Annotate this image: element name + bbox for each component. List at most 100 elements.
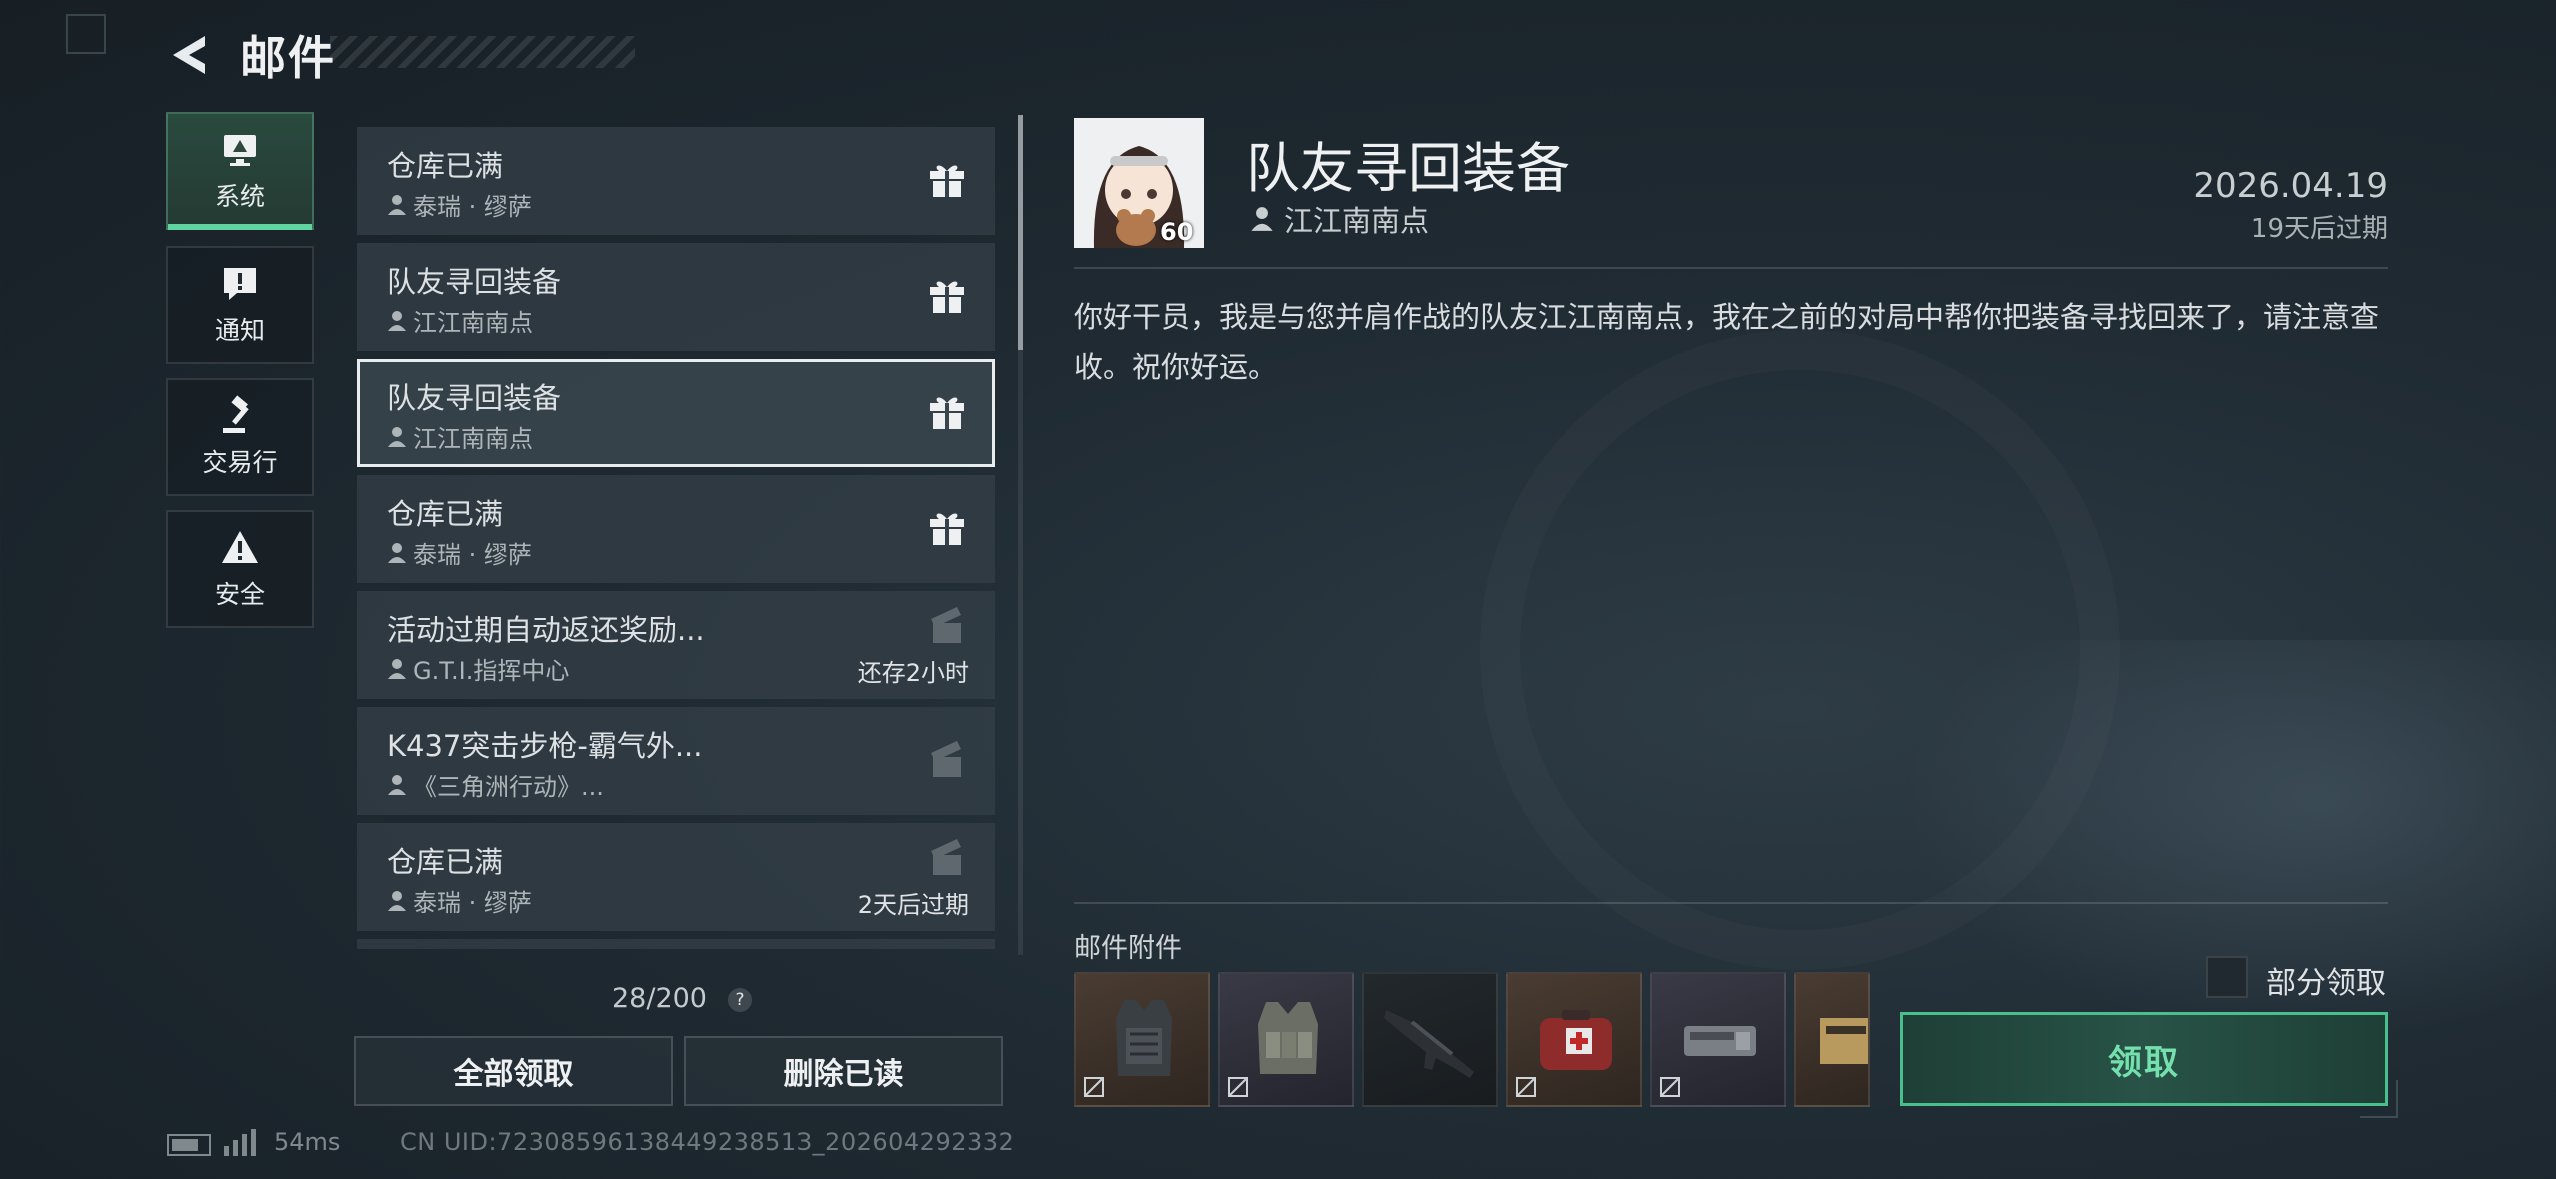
mail-list-item[interactable]: 队友寻回装备 江江南南点: [357, 243, 995, 351]
gift-icon: [930, 513, 964, 545]
person-icon: [1251, 207, 1273, 231]
ping-readout: 54ms: [274, 1128, 341, 1156]
mail-sender: 江江南南点: [387, 303, 533, 338]
ammo-box-icon: [1820, 1018, 1868, 1064]
divider: [1074, 902, 2388, 904]
claim-all-button[interactable]: 全部领取: [354, 1036, 673, 1106]
category-label: 系统: [214, 182, 265, 211]
gift-icon: [930, 165, 964, 197]
list-scrollbar-thumb[interactable]: [1018, 115, 1023, 350]
mail-sender: 《三角洲行动》...: [387, 767, 604, 802]
mail-detail-date: 2026.04.19: [2193, 166, 2388, 206]
mail-count: 28/200: [612, 983, 707, 1014]
mail-detail-expiry: 19天后过期: [2250, 214, 2388, 244]
mail-sender-name: 泰瑞 · 缪萨: [413, 541, 532, 569]
mail-sender-name: 江江南南点: [413, 309, 533, 337]
mail-expiry: 还存2小时: [857, 659, 969, 687]
mail-title: 仓库已满: [387, 845, 504, 879]
medkit-icon: [1540, 1010, 1612, 1070]
armor-vest-icon: [1116, 1000, 1172, 1076]
mail-sender: 泰瑞 · 缪萨: [387, 535, 532, 570]
divider: [1074, 267, 2388, 269]
mail-list-item[interactable]: 仓库已满 泰瑞 · 缪萨: [357, 127, 995, 235]
corner-mark: [66, 14, 106, 54]
mail-title: 仓库已满: [387, 149, 504, 183]
avatar-level: 60: [1160, 218, 1194, 246]
attachment-slot[interactable]: [1362, 972, 1498, 1107]
mail-detail-sender-name: 江江南南点: [1284, 204, 1430, 238]
mail-list-item-selected[interactable]: 队友寻回装备 江江南南点: [357, 359, 995, 467]
category-label: 安全: [214, 580, 265, 609]
category-tab-system[interactable]: 系统: [166, 112, 314, 230]
partial-claim-label: 部分领取: [2266, 966, 2386, 1001]
mail-sender-name: 《三角洲行动》...: [413, 773, 604, 801]
mail-sender: 江江南南点: [387, 419, 533, 454]
mail-list-item[interactable]: 仓库已满 泰瑞 · 缪萨 2天后过期: [357, 823, 995, 931]
attachment-slot[interactable]: [1074, 972, 1210, 1107]
mail-title: K437突击步枪-霸气外...: [387, 729, 703, 763]
person-icon: [388, 890, 406, 911]
alert-bubble-icon: [224, 268, 256, 300]
mail-sender: 泰瑞 · 缪萨: [387, 883, 532, 918]
mail-sender: 泰瑞 · 缪萨: [387, 187, 532, 222]
category-tab-trade[interactable]: 交易行: [166, 378, 314, 496]
monitor-icon: [224, 135, 256, 166]
person-icon: [388, 542, 406, 563]
bound-item-icon: [1660, 1077, 1680, 1097]
mail-title: 仓库已满: [387, 497, 504, 531]
person-icon: [388, 426, 406, 447]
opened-gift-icon: [931, 607, 961, 643]
opened-gift-icon: [931, 839, 961, 875]
mail-detail-title: 队友寻回装备: [1246, 137, 1570, 200]
partial-claim-checkbox[interactable]: [2206, 956, 2248, 998]
category-label: 通知: [214, 316, 265, 345]
mail-sender-name: 江江南南点: [413, 425, 533, 453]
person-icon: [388, 194, 406, 215]
back-arrow-icon[interactable]: [165, 30, 215, 80]
mail-title: 队友寻回装备: [387, 265, 562, 299]
delete-read-button[interactable]: 删除已读: [684, 1036, 1003, 1106]
help-icon[interactable]: ?: [728, 988, 752, 1012]
mail-expiry: 2天后过期: [857, 891, 969, 919]
signal-icon: [224, 1129, 256, 1156]
mail-detail-sender: 江江南南点: [1250, 198, 1429, 240]
category-tab-security[interactable]: 安全: [166, 510, 314, 628]
bound-item-icon: [1516, 1077, 1536, 1097]
bound-item-icon: [1228, 1077, 1248, 1097]
mail-list-item[interactable]: K437突击步枪-霸气外... 《三角洲行动》...: [357, 707, 995, 815]
gift-icon: [930, 397, 964, 429]
mail-list-item[interactable]: 仓库已满 泰瑞 · 缪萨: [357, 475, 995, 583]
gavel-icon: [223, 395, 249, 433]
mail-list-item[interactable]: 活动过期自动返还奖励... G.T.I.指挥中心 还存2小时: [357, 591, 995, 699]
mail-sender-name: 泰瑞 · 缪萨: [413, 889, 532, 917]
mail-sender-name: 泰瑞 · 缪萨: [413, 193, 532, 221]
mail-detail-body: 你好干员，我是与您并肩作战的队友江江南南点，我在之前的对局中帮你把装备寻找回来了…: [1074, 300, 2380, 384]
rifle-icon: [1384, 1010, 1474, 1078]
person-icon: [388, 310, 406, 331]
person-icon: [388, 658, 406, 679]
opened-gift-icon: [931, 741, 961, 777]
attachments-label: 邮件附件: [1074, 933, 1182, 964]
mail-sender-name: G.T.I.指挥中心: [413, 657, 570, 685]
gift-icon: [930, 281, 964, 313]
warning-triangle-icon: [222, 531, 258, 563]
category-tab-notice[interactable]: 通知: [166, 246, 314, 364]
title-hatch-decoration: [330, 36, 635, 68]
chest-rig-icon: [1258, 1002, 1318, 1074]
category-label: 交易行: [202, 448, 278, 477]
bound-item-icon: [1084, 1077, 1104, 1097]
battery-icon: [167, 1134, 211, 1156]
user-uid: CN UID:7230859613844923851З_202604292332: [400, 1128, 1015, 1156]
mail-title: 活动过期自动返还奖励...: [387, 613, 705, 647]
attachment-slot[interactable]: [1506, 972, 1642, 1107]
mail-title: 队友寻回装备: [387, 381, 562, 415]
person-icon: [388, 774, 406, 795]
mail-sender: G.T.I.指挥中心: [387, 651, 569, 686]
claim-button[interactable]: 领取: [1900, 1012, 2388, 1106]
mail-list-item-partial: [357, 939, 995, 949]
case-icon: [1684, 1026, 1756, 1056]
page-title: 邮件: [240, 31, 336, 85]
attachment-slot[interactable]: [1794, 972, 1870, 1107]
attachment-slot[interactable]: [1218, 972, 1354, 1107]
attachment-slot[interactable]: [1650, 972, 1786, 1107]
